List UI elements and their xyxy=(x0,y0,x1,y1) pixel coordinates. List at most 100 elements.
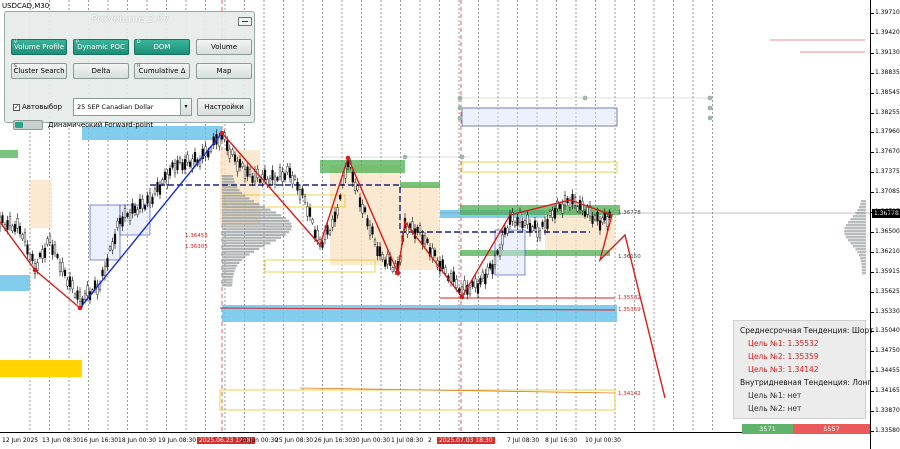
price-tick xyxy=(871,112,874,114)
candle-body xyxy=(48,235,52,243)
time-label: 25 Jun 08:30 xyxy=(275,437,314,444)
candle-body xyxy=(463,280,466,291)
volume-zone xyxy=(0,150,18,158)
autoselect-checkbox[interactable]: ✓ Автовыбор xyxy=(13,102,73,112)
candle-body xyxy=(426,238,429,243)
time-axis[interactable]: 12 Jun 2025 13 Jun 08:30 16 Jun 16:30 18 Ju… xyxy=(0,432,870,449)
cumulative-delta-button[interactable]: H Cumulative Δ xyxy=(134,63,190,79)
marker-dot xyxy=(707,105,713,111)
provolume-panel[interactable]: ProVolume 2.07 V Volume Profile P Dynami… xyxy=(4,11,255,130)
support-zone xyxy=(0,275,30,291)
candle-body xyxy=(578,200,582,210)
time-label: 2 xyxy=(428,437,432,444)
cluster-search-button[interactable]: S Cluster Search xyxy=(11,63,67,79)
candle-body xyxy=(296,181,299,191)
price-tick xyxy=(871,231,874,233)
candle-body xyxy=(273,175,277,185)
right-volume-bar xyxy=(860,200,866,203)
candle-body xyxy=(233,154,237,162)
candle-body xyxy=(61,261,64,273)
volume-profile-bar xyxy=(222,191,243,194)
map-button[interactable]: Map xyxy=(196,63,252,79)
volume-profile-bar xyxy=(222,219,290,222)
volume-profile-bar xyxy=(222,256,246,259)
candle-body xyxy=(386,253,389,265)
candle-body xyxy=(326,225,329,235)
candle-body xyxy=(38,252,42,258)
marker-dot xyxy=(459,154,465,160)
candle-body xyxy=(551,210,554,218)
candle-body xyxy=(283,173,287,180)
candle-body xyxy=(163,171,167,180)
price-label: 1.36500 xyxy=(875,227,900,235)
price-tick xyxy=(871,152,874,154)
instrument-value: 25 SEP Canadian Dollar xyxy=(77,103,154,111)
volume-profile-button[interactable]: V Volume Profile xyxy=(11,39,67,55)
price-label: 1.38835 xyxy=(875,68,900,76)
candle-body xyxy=(241,162,244,167)
volume-profile-bar xyxy=(222,270,235,273)
dom-button[interactable]: D DOM xyxy=(134,39,190,55)
candle-body xyxy=(316,230,319,241)
candle-body xyxy=(176,160,179,170)
candle-body xyxy=(541,221,544,228)
candle-body xyxy=(161,179,164,184)
volume-profile-bar xyxy=(222,247,260,250)
price-label: 1.37085 xyxy=(875,188,900,196)
candle-body xyxy=(423,235,427,245)
candle-body xyxy=(493,255,497,265)
candle-body xyxy=(291,175,294,185)
price-axis[interactable]: 1.36778 1.39710 1.39420 1.39130 1.38835 1.38… xyxy=(870,0,900,449)
candle-body xyxy=(418,225,422,233)
volume-zone xyxy=(400,182,440,188)
price-label: 1.35330 xyxy=(875,307,900,315)
candle-body xyxy=(108,246,112,251)
candle-body xyxy=(246,166,249,177)
chevron-down-icon[interactable]: ▾ xyxy=(180,99,191,115)
candle-body xyxy=(41,249,44,259)
volume-button[interactable]: Volume xyxy=(196,39,252,55)
time-label: 12 Jun 2025 xyxy=(2,437,39,444)
dynamic-poc-button[interactable]: P Dynamic POC xyxy=(73,39,129,55)
marker-dot xyxy=(457,115,463,121)
candle-body xyxy=(298,189,302,200)
candle-body xyxy=(58,262,62,272)
candle-body xyxy=(441,259,444,270)
candle-body xyxy=(156,181,159,192)
candle-body xyxy=(258,178,262,183)
candle-body xyxy=(136,209,139,216)
price-label: 1.34165 xyxy=(875,387,900,395)
panel-minimize-button[interactable] xyxy=(238,17,252,26)
buy-volume-bar: 3571 xyxy=(742,424,793,434)
candle-body xyxy=(146,195,149,204)
candle-body xyxy=(516,217,519,226)
candle-body xyxy=(506,227,509,234)
candle-body xyxy=(103,265,107,277)
price-tick xyxy=(871,291,874,293)
price-tick xyxy=(871,132,874,134)
candle-body xyxy=(481,271,484,279)
candle-body xyxy=(133,205,137,213)
right-volume-bar xyxy=(860,203,866,206)
candle-body xyxy=(491,264,494,275)
candle-body xyxy=(568,200,572,208)
candle-body xyxy=(138,198,142,209)
volume-profile-bar xyxy=(222,186,238,189)
button-label: Dynamic POC xyxy=(77,43,125,51)
candle-body xyxy=(538,230,542,239)
candle-body xyxy=(21,234,24,240)
candle-body xyxy=(6,220,9,230)
candle-body xyxy=(143,205,147,210)
volume-profile-bar xyxy=(222,208,271,211)
instrument-select[interactable]: 25 SEP Canadian Dollar ▾ xyxy=(73,98,192,116)
candle-body xyxy=(56,254,59,259)
delta-button[interactable]: Delta xyxy=(73,63,129,79)
price-label: 1.39130 xyxy=(875,48,900,56)
time-label: 2025.07.03 18:30 xyxy=(437,437,495,444)
price-label: 1.36795 xyxy=(875,208,900,215)
candle-body xyxy=(444,267,447,274)
candle-body xyxy=(484,273,487,285)
right-volume-bar xyxy=(857,251,866,254)
forward-point-toggle[interactable] xyxy=(13,120,43,130)
settings-button[interactable]: Настройки xyxy=(197,98,251,116)
